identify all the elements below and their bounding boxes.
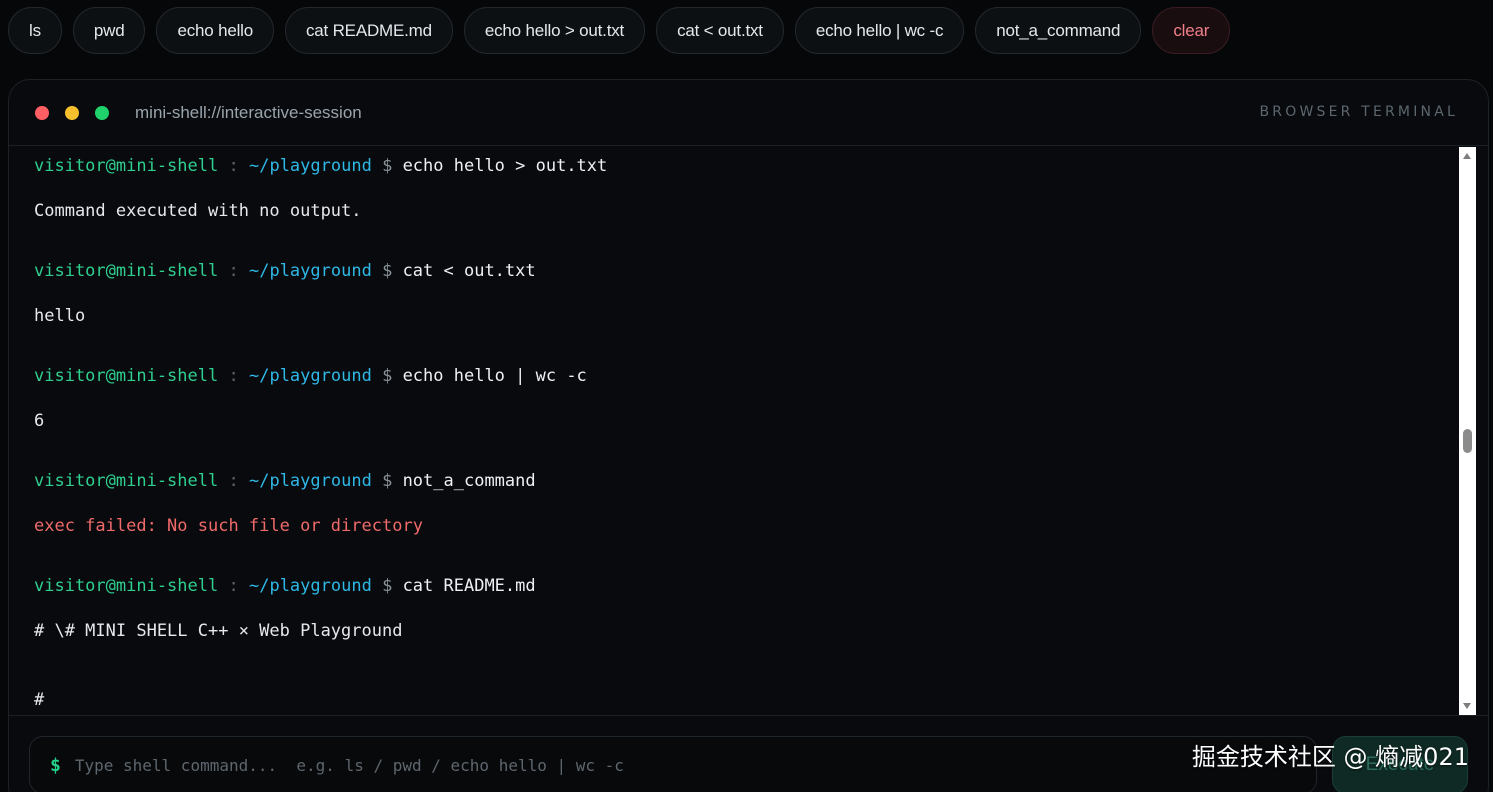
divider bbox=[9, 715, 1488, 716]
command-text: cat < out.txt bbox=[402, 261, 536, 281]
prompt-user: visitor@mini-shell bbox=[34, 471, 219, 491]
prompt-separator: : bbox=[228, 366, 239, 386]
prompt-user: visitor@mini-shell bbox=[34, 261, 219, 281]
command-input[interactable] bbox=[74, 755, 1316, 775]
command-output: 6 bbox=[34, 411, 45, 431]
prompt-path: ~/playground bbox=[248, 261, 372, 281]
chip-cat-input-redirect[interactable]: cat < out.txt bbox=[656, 7, 784, 54]
chip-echo-hello[interactable]: echo hello bbox=[156, 7, 274, 54]
history-entry: visitor@mini-shell : ~/playground $ cat … bbox=[34, 260, 536, 327]
input-dollar-icon: $ bbox=[50, 754, 61, 776]
history-entry: visitor@mini-shell : ~/playground $ cat … bbox=[34, 575, 536, 642]
close-dot-icon bbox=[35, 105, 49, 120]
command-input-bar[interactable]: $ bbox=[29, 736, 1317, 792]
scroll-up-arrow-icon[interactable] bbox=[1463, 153, 1471, 159]
prompt-dollar: $ bbox=[382, 261, 393, 281]
prompt-separator: : bbox=[228, 576, 239, 596]
chip-echo-redirect[interactable]: echo hello > out.txt bbox=[463, 7, 646, 54]
prompt-user: visitor@mini-shell bbox=[34, 576, 219, 596]
command-output: # \# MINI SHELL C++ × Web Playground bbox=[34, 621, 403, 641]
history-entry: visitor@mini-shell : ~/playground $ echo… bbox=[34, 365, 587, 432]
chip-pwd[interactable]: pwd bbox=[72, 7, 146, 54]
prompt-path: ~/playground bbox=[248, 471, 372, 491]
scroll-down-arrow-icon[interactable] bbox=[1463, 703, 1471, 709]
chip-cat-readme[interactable]: cat README.md bbox=[285, 7, 453, 54]
history-entry: visitor@mini-shell : ~/playground $ not_… bbox=[34, 470, 536, 537]
prompt-dollar: $ bbox=[382, 366, 393, 386]
command-text: not_a_command bbox=[402, 471, 536, 491]
maximize-dot-icon bbox=[95, 105, 109, 120]
prompt-user: visitor@mini-shell bbox=[34, 366, 219, 386]
chip-not-a-command[interactable]: not_a_command bbox=[975, 7, 1142, 54]
prompt-user: visitor@mini-shell bbox=[34, 156, 219, 176]
quick-command-bar: ls pwd echo hello cat README.md echo hel… bbox=[8, 7, 1231, 54]
prompt-line: visitor@mini-shell : ~/playground $ echo… bbox=[34, 365, 587, 387]
prompt-path: ~/playground bbox=[248, 366, 372, 386]
prompt-path: ~/playground bbox=[248, 156, 372, 176]
terminal-titlebar: mini-shell://interactive-session BROWSER… bbox=[9, 80, 1488, 146]
prompt-separator: : bbox=[228, 156, 239, 176]
command-text: cat README.md bbox=[402, 576, 536, 596]
prompt-path: ~/playground bbox=[248, 576, 372, 596]
prompt-separator: : bbox=[228, 471, 239, 491]
output-scrollbar[interactable] bbox=[1459, 147, 1476, 715]
browser-terminal-badge: BROWSER TERMINAL bbox=[1259, 104, 1458, 120]
prompt-dollar: $ bbox=[382, 471, 393, 491]
clear-button[interactable]: clear bbox=[1152, 7, 1231, 54]
prompt-line: visitor@mini-shell : ~/playground $ cat … bbox=[34, 575, 536, 597]
prompt-line: visitor@mini-shell : ~/playground $ cat … bbox=[34, 260, 536, 282]
terminal-output[interactable]: visitor@mini-shell : ~/playground $ echo… bbox=[9, 147, 1469, 715]
prompt-dollar: $ bbox=[382, 576, 393, 596]
command-output: Command executed with no output. bbox=[34, 201, 362, 221]
terminal-window: mini-shell://interactive-session BROWSER… bbox=[8, 79, 1489, 792]
chip-ls[interactable]: ls bbox=[8, 7, 62, 54]
command-text: echo hello | wc -c bbox=[402, 366, 587, 386]
error-output: exec failed: No such file or directory bbox=[34, 516, 423, 536]
trailing-output: # bbox=[34, 690, 45, 710]
command-output: hello bbox=[34, 306, 86, 326]
watermark: 掘金技术社区 @ 熵减021 bbox=[1191, 743, 1469, 771]
history-entry: visitor@mini-shell : ~/playground $ echo… bbox=[34, 155, 607, 222]
window-title: mini-shell://interactive-session bbox=[135, 102, 362, 122]
chip-echo-pipe-wc[interactable]: echo hello | wc -c bbox=[794, 7, 965, 54]
command-text: echo hello > out.txt bbox=[402, 156, 608, 176]
minimize-dot-icon bbox=[65, 105, 79, 120]
scroll-thumb[interactable] bbox=[1463, 429, 1472, 453]
prompt-line: visitor@mini-shell : ~/playground $ not_… bbox=[34, 470, 536, 492]
prompt-line: visitor@mini-shell : ~/playground $ echo… bbox=[34, 155, 607, 177]
prompt-separator: : bbox=[228, 261, 239, 281]
prompt-dollar: $ bbox=[382, 156, 393, 176]
